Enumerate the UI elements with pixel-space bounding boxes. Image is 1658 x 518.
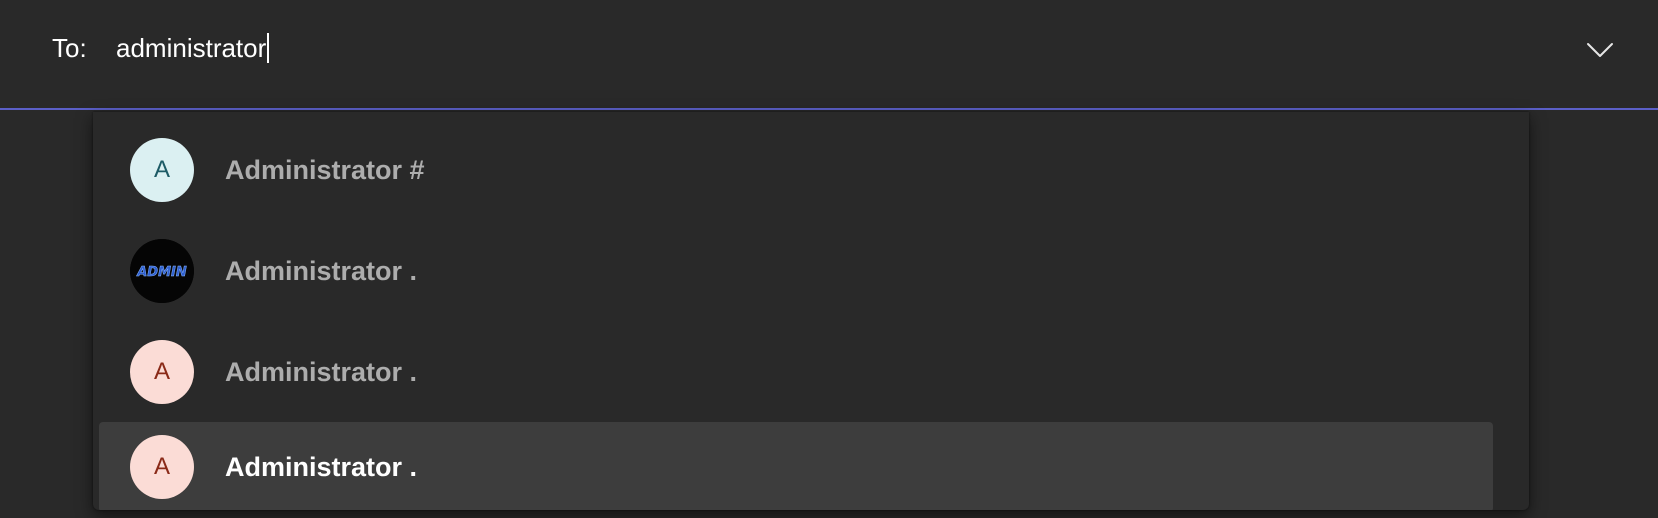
avatar-initial: A xyxy=(153,358,170,385)
expand-recipients-button[interactable] xyxy=(1580,32,1620,72)
suggestion-name: Administrator . xyxy=(225,451,418,482)
avatar-photo-text: ADMIN xyxy=(136,265,187,280)
to-label: To: xyxy=(52,33,87,63)
people-suggestions-dropdown: A Administrator # ADMIN Administrator . … xyxy=(93,112,1529,510)
text-caret xyxy=(267,33,270,63)
avatar: A xyxy=(130,435,194,499)
avatar: A xyxy=(130,340,194,404)
avatar: A xyxy=(130,138,194,202)
suggestion-name: Administrator . xyxy=(225,255,418,286)
suggestion-item[interactable]: ADMIN Administrator . xyxy=(99,226,1493,316)
recipient-search-input[interactable] xyxy=(116,30,1416,66)
avatar-initial: A xyxy=(153,156,170,183)
suggestion-item[interactable]: A Administrator # xyxy=(99,125,1493,215)
suggestion-item-selected[interactable]: A Administrator . xyxy=(99,422,1493,510)
suggestion-item[interactable]: A Administrator . xyxy=(99,327,1493,417)
avatar-photo: ADMIN xyxy=(130,239,194,303)
avatar-initial: A xyxy=(153,453,170,480)
avatar: ADMIN xyxy=(130,239,194,303)
suggestion-name: Administrator . xyxy=(225,356,418,387)
new-chat-page: To: A Administrator # ADMIN xyxy=(0,0,1658,518)
suggestion-name: Administrator # xyxy=(225,154,425,185)
to-field-bar: To: xyxy=(0,0,1658,110)
chevron-down-icon xyxy=(1586,42,1614,63)
